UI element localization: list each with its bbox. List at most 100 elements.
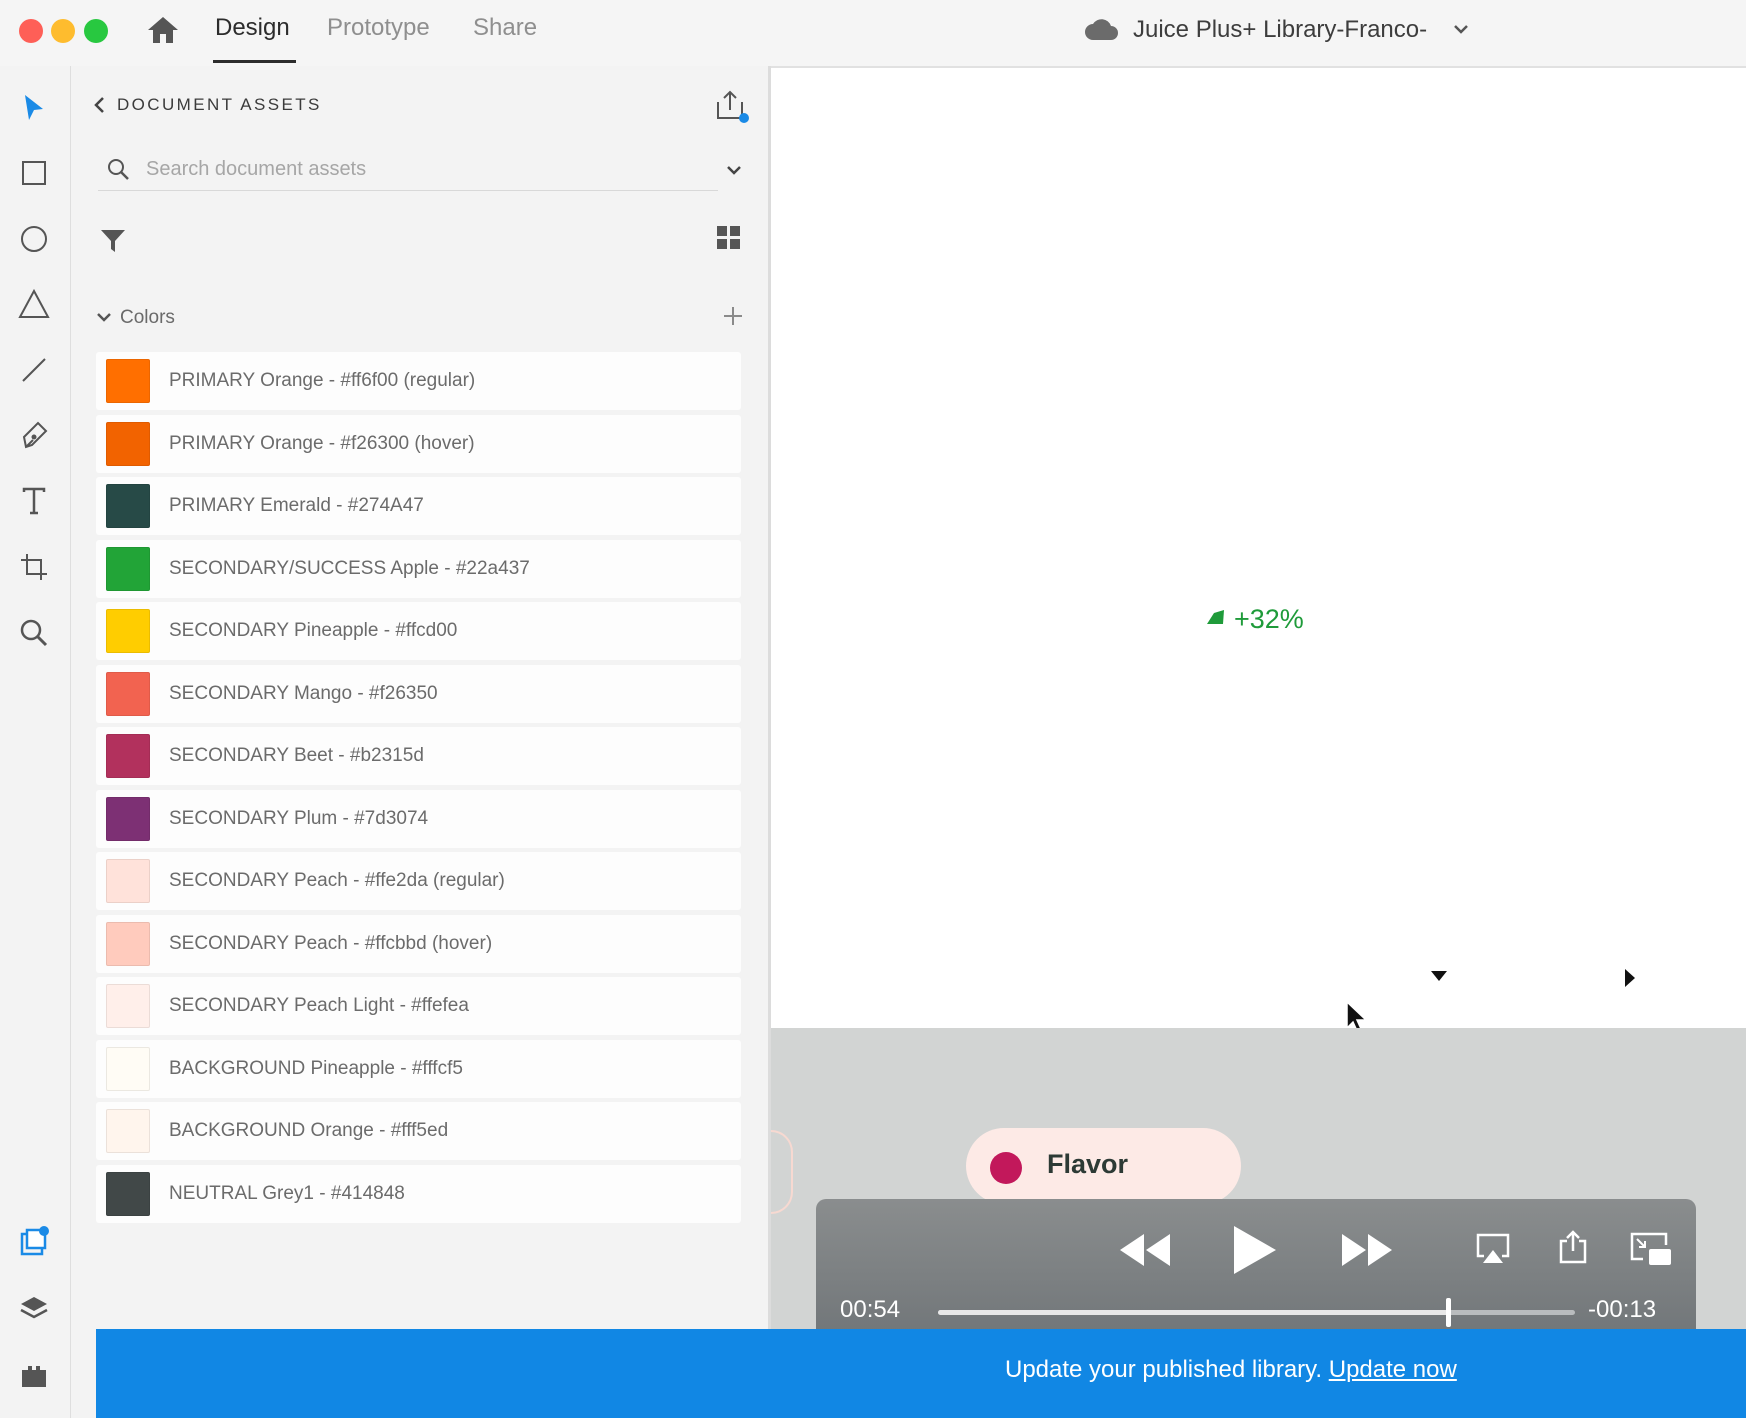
caret-right-icon <box>1623 968 1637 993</box>
update-library-banner: Update your published library. Update no… <box>96 1329 1746 1418</box>
fast-forward-icon[interactable] <box>1340 1231 1394 1274</box>
select-arrow-icon[interactable] <box>16 90 52 126</box>
color-swatch[interactable] <box>106 671 150 716</box>
close-window-button[interactable] <box>19 19 43 43</box>
color-swatch-row[interactable]: SECONDARY Peach - #ffe2da (regular) <box>96 852 741 910</box>
color-swatch[interactable] <box>106 1171 150 1216</box>
colors-section-label[interactable]: Colors <box>120 307 175 329</box>
color-swatch[interactable] <box>106 546 150 591</box>
color-swatch-row[interactable]: NEUTRAL Grey1 - #414848 <box>96 1164 741 1223</box>
rectangle-icon[interactable] <box>16 155 52 191</box>
color-label: BACKGROUND Orange - #fff5ed <box>169 1120 449 1141</box>
color-swatch[interactable] <box>106 1109 150 1153</box>
color-label: BACKGROUND Pineapple - #fffcf5 <box>169 1057 463 1079</box>
play-icon[interactable] <box>1230 1224 1278 1281</box>
color-swatch-row[interactable]: SECONDARY Beet - #b2315d <box>96 727 741 785</box>
assets-icon[interactable] <box>16 1224 52 1260</box>
picture-in-picture-icon[interactable] <box>1629 1231 1673 1272</box>
color-label: NEUTRAL Grey1 - #414848 <box>169 1182 405 1204</box>
add-color-button[interactable] <box>721 304 745 333</box>
document-title[interactable]: Juice Plus+ Library-Franco- <box>1133 16 1427 44</box>
video-player-controls: 00:54 -00:13 <box>816 1199 1696 1349</box>
color-swatch[interactable] <box>106 484 150 528</box>
color-swatch-row[interactable]: PRIMARY Emerald - #274A47 <box>96 477 741 535</box>
color-swatch[interactable] <box>106 796 150 841</box>
color-swatch-row[interactable]: PRIMARY Orange - #ff6f00 (regular) <box>96 352 741 410</box>
chevron-down-icon[interactable] <box>1452 20 1470 43</box>
minimize-window-button[interactable] <box>51 19 75 43</box>
elapsed-time: 00:54 <box>840 1296 901 1323</box>
color-label: SECONDARY Plum - #7d3074 <box>169 807 429 829</box>
ellipse-icon[interactable] <box>16 221 52 257</box>
filter-icon[interactable] <box>99 226 127 259</box>
color-swatch[interactable] <box>106 421 150 466</box>
color-label: SECONDARY/SUCCESS Apple - #22a437 <box>169 557 530 579</box>
progress-scrubber[interactable] <box>1445 1298 1451 1327</box>
canvas[interactable] <box>771 68 1746 1028</box>
search-field[interactable]: Search document assets <box>98 148 718 191</box>
flavor-chip[interactable]: Flavor <box>966 1128 1241 1204</box>
text-icon[interactable] <box>16 483 52 519</box>
color-swatch-row[interactable]: SECONDARY Peach Light - #ffefea <box>96 977 741 1035</box>
color-swatch[interactable] <box>106 984 150 1028</box>
panel-title: DOCUMENT ASSETS <box>117 95 322 114</box>
flavor-label: Flavor <box>1047 1149 1129 1179</box>
color-label: SECONDARY Pineapple - #ffcd00 <box>169 620 458 641</box>
triangle-icon[interactable] <box>16 286 52 322</box>
search-icon <box>106 157 130 186</box>
remaining-time: -00:13 <box>1588 1296 1657 1323</box>
color-swatch[interactable] <box>106 734 150 778</box>
active-tab-indicator <box>213 60 296 63</box>
chevron-left-icon[interactable] <box>91 95 107 120</box>
tab-design[interactable]: Design <box>215 14 290 42</box>
zoom-icon[interactable] <box>16 615 52 651</box>
color-swatch-row[interactable]: BACKGROUND Pineapple - #fffcf5 <box>96 1039 741 1098</box>
color-label: SECONDARY Peach Light - #ffefea <box>169 995 469 1016</box>
cloud-icon <box>1084 16 1118 47</box>
share-icon[interactable] <box>714 88 750 129</box>
color-swatch-row[interactable]: SECONDARY Plum - #7d3074 <box>96 789 741 848</box>
trend-up-icon <box>1205 607 1227 632</box>
color-swatch-row[interactable]: BACKGROUND Orange - #fff5ed <box>96 1102 741 1160</box>
chevron-down-icon[interactable] <box>725 161 743 184</box>
update-now-link[interactable]: Update now <box>1329 1356 1457 1383</box>
color-swatch-row[interactable]: SECONDARY/SUCCESS Apple - #22a437 <box>96 539 741 598</box>
artboard-icon[interactable] <box>16 549 52 585</box>
color-label: PRIMARY Emerald - #274A47 <box>169 495 424 516</box>
plugins-icon[interactable] <box>16 1358 52 1394</box>
banner-message: Update your published library. <box>1005 1356 1323 1383</box>
color-swatch[interactable] <box>106 921 150 966</box>
line-icon[interactable] <box>16 352 52 388</box>
color-label: SECONDARY Beet - #b2315d <box>169 745 424 766</box>
chevron-down-icon[interactable] <box>95 308 113 331</box>
document-assets-panel: DOCUMENT ASSETS Search document assets C… <box>71 66 771 1330</box>
color-swatch[interactable] <box>106 859 150 903</box>
layers-icon[interactable] <box>16 1291 52 1327</box>
progress-bar[interactable] <box>938 1298 1575 1327</box>
airplay-icon[interactable] <box>1475 1232 1511 1271</box>
search-input[interactable]: Search document assets <box>146 158 366 181</box>
title-bar: Design Prototype Share Juice Plus+ Libra… <box>0 0 1746 68</box>
partial-pill-outline <box>771 1130 793 1214</box>
tab-prototype[interactable]: Prototype <box>327 14 430 42</box>
color-label: SECONDARY Peach - #ffe2da (regular) <box>169 870 505 891</box>
color-swatch-row[interactable]: PRIMARY Orange - #f26300 (hover) <box>96 414 741 473</box>
flavor-color-dot <box>990 1152 1022 1184</box>
progress-fill <box>938 1310 1448 1315</box>
percentage-change: +32% <box>1234 604 1304 634</box>
color-label: SECONDARY Peach - #ffcbbd (hover) <box>169 932 493 954</box>
color-swatch-row[interactable]: SECONDARY Pineapple - #ffcd00 <box>96 602 741 660</box>
color-swatch-row[interactable]: SECONDARY Peach - #ffcbbd (hover) <box>96 914 741 973</box>
pen-icon[interactable] <box>16 418 52 454</box>
color-swatch[interactable] <box>106 1046 150 1091</box>
rewind-icon[interactable] <box>1118 1231 1172 1274</box>
zoom-window-button[interactable] <box>84 19 108 43</box>
home-icon[interactable] <box>146 15 180 50</box>
grid-view-icon[interactable] <box>716 225 742 256</box>
color-swatch[interactable] <box>106 609 150 653</box>
color-label: PRIMARY Orange - #f26300 (hover) <box>169 432 475 454</box>
color-swatch-row[interactable]: SECONDARY Mango - #f26350 <box>96 664 741 723</box>
tab-share[interactable]: Share <box>473 14 537 42</box>
color-swatch[interactable] <box>106 359 150 403</box>
share-icon[interactable] <box>1558 1229 1588 1270</box>
